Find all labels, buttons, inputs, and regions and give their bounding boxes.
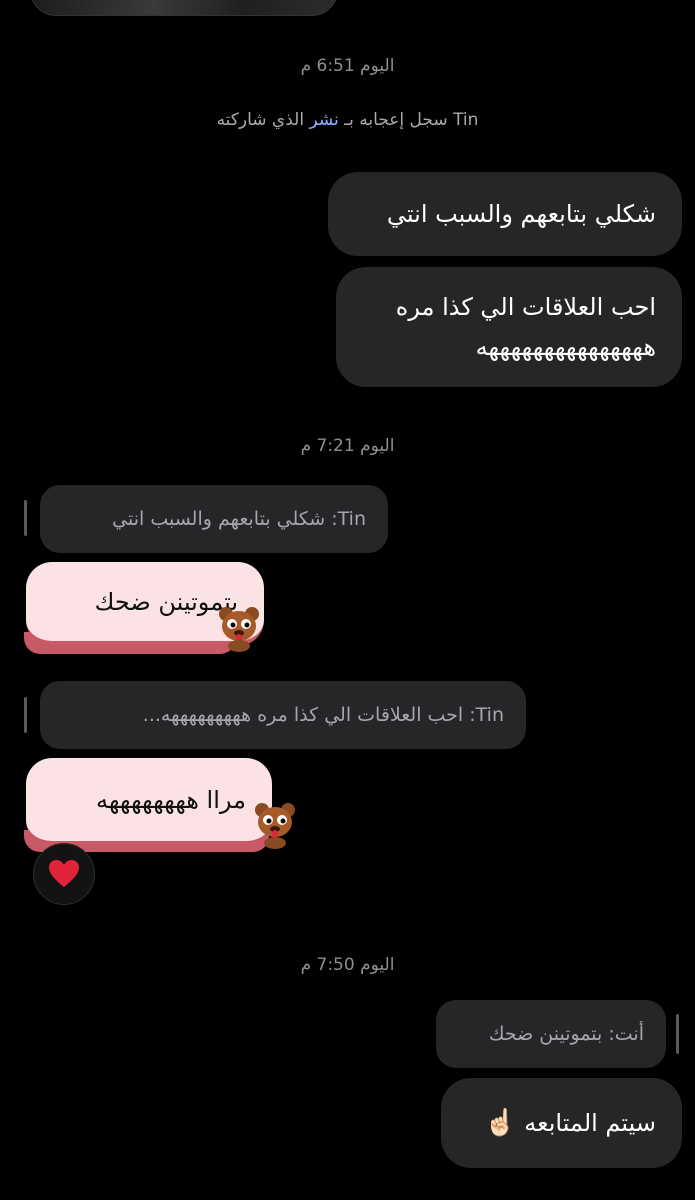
bear-sticker-icon: [218, 604, 260, 652]
received-message-bubble[interactable]: مراا ههههههههه: [26, 758, 272, 846]
shared-media-preview[interactable]: [30, 0, 338, 16]
message-text: سيتم المتابعه: [524, 1109, 656, 1137]
timestamp-2: اليوم 7:21 م: [300, 436, 395, 456]
message-text: شكلي بتابعهم والسبب انتي: [386, 200, 656, 228]
system-message: Tin سجل إعجابه بـ نشر الذي شاركته: [0, 110, 695, 130]
system-suffix: الذي شاركته: [216, 110, 305, 130]
system-name: Tin: [453, 110, 479, 130]
timestamp-3: اليوم 7:50 م: [300, 955, 395, 975]
message-text: مراا ههههههههه: [95, 786, 246, 814]
system-prefix: سجل إعجابه بـ: [344, 110, 448, 130]
pointing-up-icon: ☝🏻: [484, 1108, 517, 1138]
sent-message-bubble[interactable]: شكلي بتابعهم والسبب انتي: [328, 172, 682, 256]
message-text: بتموتينن ضحك: [94, 588, 238, 616]
message-text-line-2: هههههههههههههههه: [475, 333, 656, 361]
quote-indicator: [676, 1014, 679, 1054]
post-link[interactable]: نشر: [309, 110, 338, 130]
heart-icon: [49, 860, 79, 887]
message-text-line-1: احب العلاقات الي كذا مره: [395, 293, 656, 321]
reply-quote[interactable]: Tin: شكلي بتابعهم والسبب انتي: [40, 485, 388, 553]
timestamp-1: اليوم 6:51 م: [300, 56, 395, 76]
quote-indicator: [24, 697, 27, 733]
sent-message-bubble[interactable]: سيتم المتابعه ☝🏻: [441, 1078, 682, 1168]
reaction-badge[interactable]: [33, 843, 95, 905]
sent-message-bubble[interactable]: احب العلاقات الي كذا مره ههههههههههههههه…: [336, 267, 682, 387]
reply-quote[interactable]: أنت: بتموتينن ضحك: [436, 1000, 666, 1068]
bear-sticker-icon: [254, 800, 296, 850]
reply-quote[interactable]: Tin: احب العلاقات الي كذا مره هههههههههه…: [40, 681, 526, 749]
quote-indicator: [24, 500, 27, 536]
